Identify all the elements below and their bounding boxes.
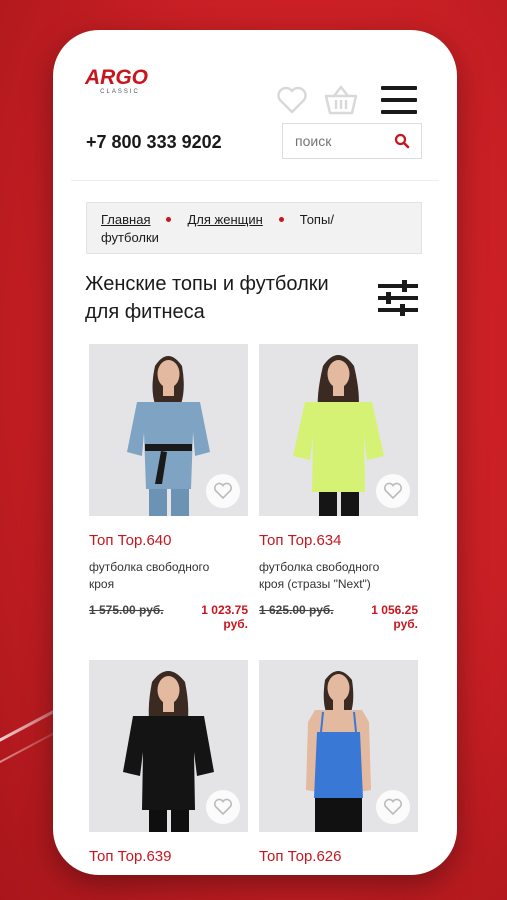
breadcrumb-current-cont: футболки (101, 230, 159, 245)
header-divider (71, 180, 439, 181)
product-photo[interactable] (89, 660, 248, 832)
product-description-line: футболка свободного (89, 560, 210, 574)
breadcrumb-current: Топы/ (299, 212, 334, 227)
price-row: 1 625.00 руб. 1 056.25 руб. (259, 603, 418, 631)
page-title: Женские топы и футболки для фитнеса (85, 273, 329, 323)
new-price: 1 023.75 руб. (201, 603, 248, 631)
product-description-line: кроя (89, 577, 115, 591)
phone-frame: ARGO CLASSIC +7 800 333 9202 поиск Главн… (53, 30, 457, 875)
product-card[interactable]: Топ Тор.639 (89, 660, 248, 865)
old-price: 1 625.00 руб. (259, 603, 334, 617)
new-price-value: 1 056.25 (371, 603, 418, 617)
new-price: 1 056.25 руб. (371, 603, 418, 631)
product-title[interactable]: Топ Тор.639 (89, 848, 248, 865)
favorites-heart-icon[interactable] (276, 85, 308, 120)
product-photo[interactable] (259, 344, 418, 516)
product-title[interactable]: Топ Тор.634 (259, 532, 418, 549)
new-price-currency: руб. (393, 617, 418, 631)
product-description-line: кроя (стразы "Next") (259, 577, 371, 591)
breadcrumb-home[interactable]: Главная (101, 212, 150, 227)
product-card[interactable]: Топ Тор.634 футболка свободного кроя (ст… (259, 344, 418, 631)
product-card[interactable]: Топ Тор.626 (259, 660, 418, 865)
product-photo[interactable] (89, 344, 248, 516)
new-price-currency: руб. (223, 617, 248, 631)
logo-text: ARGO (85, 66, 148, 89)
contact-phone[interactable]: +7 800 333 9202 (86, 132, 222, 153)
breadcrumb: Главная Для женщин Топы/ футболки (86, 202, 422, 254)
phone-screen: ARGO CLASSIC +7 800 333 9202 поиск Главн… (71, 50, 439, 875)
add-to-favorites-button[interactable] (206, 790, 240, 824)
breadcrumb-separator (278, 217, 284, 223)
product-title[interactable]: Топ Тор.640 (89, 532, 248, 549)
basket-icon[interactable] (323, 84, 359, 121)
product-card[interactable]: Топ Тор.640 футболка свободного кроя 1 5… (89, 344, 248, 631)
breadcrumb-separator (166, 217, 172, 223)
add-to-favorites-button[interactable] (376, 474, 410, 508)
product-description: футболка свободного кроя (89, 559, 248, 593)
brand-logo[interactable]: ARGO CLASSIC (85, 66, 155, 98)
new-price-value: 1 023.75 (201, 603, 248, 617)
product-photo[interactable] (259, 660, 418, 832)
product-description-line: футболка свободного (259, 560, 380, 574)
old-price: 1 575.00 руб. (89, 603, 164, 617)
hamburger-menu-icon[interactable] (381, 86, 417, 118)
search-icon[interactable] (387, 133, 417, 149)
search-input[interactable] (283, 133, 387, 149)
price-row: 1 575.00 руб. 1 023.75 руб. (89, 603, 248, 631)
filter-sliders-icon[interactable] (378, 280, 418, 321)
add-to-favorites-button[interactable] (376, 790, 410, 824)
breadcrumb-women[interactable]: Для женщин (187, 212, 262, 227)
add-to-favorites-button[interactable] (206, 474, 240, 508)
product-title[interactable]: Топ Тор.626 (259, 848, 418, 865)
product-description: футболка свободного кроя (стразы "Next") (259, 559, 418, 593)
logo-subtext: CLASSIC (100, 89, 140, 95)
search-box[interactable] (282, 123, 422, 159)
